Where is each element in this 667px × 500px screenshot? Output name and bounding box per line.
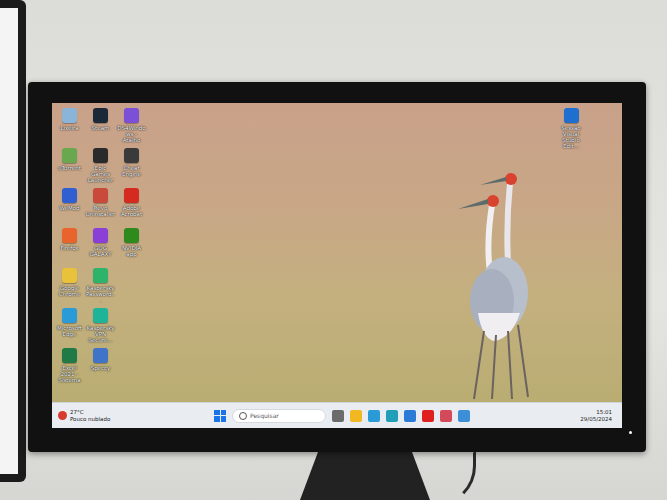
icon-label: Cheat Engine <box>117 165 147 177</box>
weather-icon <box>58 411 67 420</box>
desktop-icon[interactable]: Revo Uninstaller <box>85 186 116 226</box>
screen: Lixeira uTorrent WeMod Firefox Google Chrome… <box>52 103 622 428</box>
app-icon <box>564 108 579 123</box>
icon-label: DS4Windows - Atalho <box>117 125 147 143</box>
app-icon <box>93 228 108 243</box>
app-icon <box>62 108 77 123</box>
weather-text: 27°CPouco nublado <box>70 409 110 422</box>
icon-label: Firefox <box>55 245 85 251</box>
weather-condition: Pouco nublado <box>70 416 110 422</box>
icon-label: Speccy <box>86 365 116 371</box>
search-input[interactable] <box>250 412 310 419</box>
app-icon <box>62 308 77 323</box>
temperature: 27°C <box>70 409 110 415</box>
taskbar-app-icon[interactable] <box>404 410 416 422</box>
cranes-picture <box>422 163 542 403</box>
start-tile <box>221 410 227 416</box>
app-icon <box>93 188 108 203</box>
power-led-icon <box>629 431 632 434</box>
taskbar-app-icon[interactable] <box>440 410 452 422</box>
app-icon <box>93 268 108 283</box>
taskbar-app-icon[interactable] <box>350 410 362 422</box>
desktop-icon[interactable]: Firefox <box>54 226 85 266</box>
desktop-icon[interactable]: Sessão Visual Studio Edit... <box>556 106 586 149</box>
monitor-stand <box>300 448 430 500</box>
desktop-icon[interactable]: Speccy <box>85 346 116 386</box>
app-icon <box>62 228 77 243</box>
desktop-icon[interactable]: Microsoft Edge <box>54 306 85 346</box>
desktop-icon[interactable]: Kaspersky VPN Secure... <box>85 306 116 346</box>
icon-label: Excel 2021 - Sistema <box>55 365 85 383</box>
taskbar-center <box>194 409 574 423</box>
icon-label: Kaspersky Password... <box>86 285 116 303</box>
icon-label: Epic Games Launcher <box>86 165 116 183</box>
taskbar-app-icon[interactable] <box>386 410 398 422</box>
icon-label: Sessão Visual Studio Edit... <box>556 125 586 149</box>
desktop-icon[interactable]: Excel 2021 - Sistema <box>54 346 85 386</box>
app-icon <box>124 188 139 203</box>
icon-label: GOG GALAXY <box>86 245 116 257</box>
app-icon <box>62 348 77 363</box>
icon-label: Steam <box>86 125 116 131</box>
icon-label: Microsoft Edge <box>55 325 85 337</box>
icon-label: WeMod <box>55 205 85 211</box>
start-tile <box>221 416 227 422</box>
taskbar-app-icon[interactable] <box>422 410 434 422</box>
desktop-icon[interactable]: Lixeira <box>54 106 85 146</box>
desktop-icon[interactable]: WeMod <box>54 186 85 226</box>
icon-label: NVIDIA app <box>117 245 147 257</box>
taskbar-app-icon[interactable] <box>458 410 470 422</box>
app-icon <box>93 348 108 363</box>
icon-label: Google Chrome <box>55 285 85 297</box>
search-icon <box>239 412 247 420</box>
weather-widget[interactable]: 27°CPouco nublado <box>58 409 188 422</box>
desktop-icon[interactable]: Google Chrome <box>54 266 85 306</box>
taskbar-app-icon[interactable] <box>332 410 344 422</box>
app-icon <box>62 188 77 203</box>
app-icon <box>62 148 77 163</box>
left-monitor <box>0 0 26 482</box>
desktop-icon[interactable]: DS4Windows - Atalho <box>116 106 147 146</box>
app-icon <box>124 108 139 123</box>
desktop-icon[interactable]: Cheat Engine <box>116 146 147 186</box>
desktop-icon[interactable]: Steam <box>85 106 116 146</box>
icon-label: Lixeira <box>55 125 85 131</box>
icon-label: uTorrent <box>55 165 85 171</box>
monitor: Lixeira uTorrent WeMod Firefox Google Chrome… <box>28 82 646 452</box>
app-icon <box>62 268 77 283</box>
time: 15:01 <box>596 409 612 416</box>
desktop-icons: Lixeira uTorrent WeMod Firefox Google Chrome… <box>54 106 147 386</box>
desktop-icon[interactable]: Kaspersky Password... <box>85 266 116 306</box>
app-icon <box>124 228 139 243</box>
icon-label: Adobe Acrobat <box>117 205 147 217</box>
app-icon <box>93 308 108 323</box>
monitor-cable <box>400 450 476 500</box>
desktop-wallpaper[interactable]: Lixeira uTorrent WeMod Firefox Google Chrome… <box>52 103 622 402</box>
windows-start-icon[interactable] <box>214 410 226 422</box>
left-monitor-screen <box>0 8 18 474</box>
desktop-icon[interactable]: NVIDIA app <box>116 226 147 266</box>
icon-label: Revo Uninstaller <box>86 205 116 217</box>
app-icon <box>93 108 108 123</box>
app-icon <box>93 148 108 163</box>
taskbar-app-icon[interactable] <box>368 410 380 422</box>
desktop-icon[interactable]: Epic Games Launcher <box>85 146 116 186</box>
icon-label: Kaspersky VPN Secure... <box>86 325 116 343</box>
start-tile <box>214 410 220 416</box>
desktop-icon[interactable]: GOG GALAXY <box>85 226 116 266</box>
date: 29/05/2024 <box>580 416 612 423</box>
desktop-icon[interactable]: uTorrent <box>54 146 85 186</box>
start-tile <box>214 416 220 422</box>
desktop-icon[interactable]: Adobe Acrobat <box>116 186 147 226</box>
app-icon <box>124 148 139 163</box>
search-box[interactable] <box>232 409 326 423</box>
taskbar: 27°CPouco nublado 15:0129/05/2024 <box>52 402 622 428</box>
clock[interactable]: 15:0129/05/2024 <box>580 409 616 422</box>
